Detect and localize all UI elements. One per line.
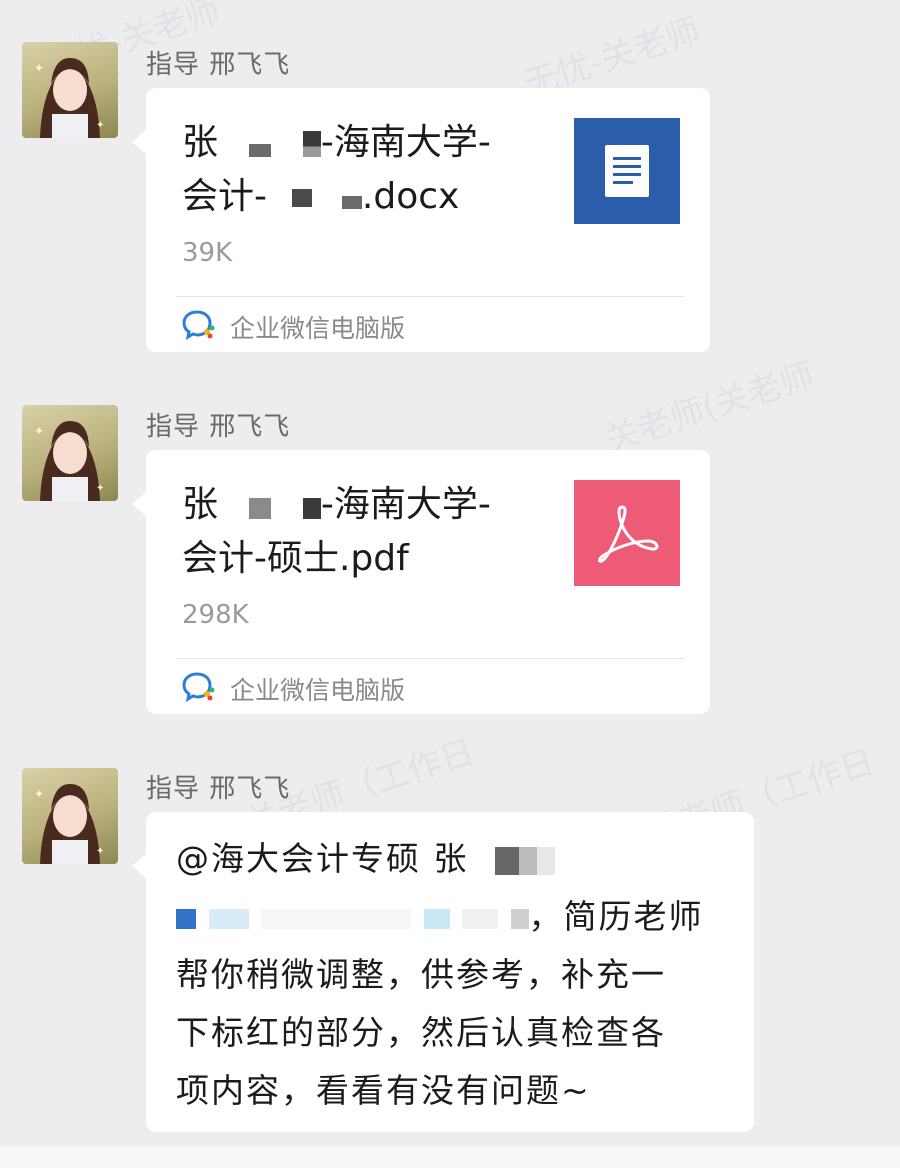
svg-text:✦: ✦	[34, 424, 44, 438]
svg-text:✦: ✦	[34, 787, 44, 801]
redaction	[249, 131, 272, 157]
redaction	[261, 908, 411, 929]
file-name-part: 张	[182, 122, 219, 163]
redaction	[292, 189, 313, 207]
redaction	[423, 908, 450, 929]
file-name-part: 会计-硕士.pdf	[182, 538, 409, 579]
pdf-icon	[574, 480, 680, 586]
input-area-edge	[0, 1146, 900, 1168]
redaction	[302, 493, 321, 519]
message-text-part: 项内容，看看有没有问题~	[176, 1071, 591, 1110]
file-name-part: 张	[182, 484, 219, 525]
sender-name: 指导 邢飞飞	[146, 412, 291, 442]
file-name-part: -海南大学-	[320, 122, 491, 163]
file-name-part: .docx	[361, 176, 460, 217]
redaction	[495, 846, 555, 875]
svg-text:✦: ✦	[34, 61, 44, 75]
message-text-part: 下标红的部分，然后认真检查各	[176, 1013, 666, 1052]
text-message-bubble[interactable]: @海大会计专硕 张 ，简历老师 帮你稍微调整，供参考，补充一 下标红的部分，然后…	[132, 812, 754, 1132]
source-tag: 企业微信电脑版	[182, 672, 405, 706]
word-doc-icon	[574, 118, 680, 224]
divider	[176, 658, 684, 659]
source-label: 企业微信电脑版	[230, 676, 406, 705]
source-tag: 企业微信电脑版	[182, 310, 405, 344]
file-name: 张 -海南大学- 会计- .docx	[182, 116, 542, 224]
message-text-part: 帮你稍微调整，供参考，补充一	[176, 955, 666, 994]
watermark: 关老师(关老师	[600, 355, 820, 461]
file-size: 298K	[182, 600, 249, 630]
avatar[interactable]: ✦ ✦	[22, 42, 118, 138]
sender-name: 指导 邢飞飞	[146, 774, 291, 804]
file-card[interactable]: 张 -海南大学- 会计- .docx 39K 企业微信电脑版	[132, 88, 710, 352]
sender-name: 指导 邢飞飞	[146, 50, 291, 80]
wecom-icon	[182, 310, 216, 344]
divider	[176, 296, 684, 297]
avatar[interactable]: ✦ ✦	[22, 405, 118, 501]
redaction	[208, 908, 249, 929]
redaction	[176, 908, 196, 929]
redaction	[249, 493, 272, 519]
source-label: 企业微信电脑版	[230, 314, 406, 343]
message-text: @海大会计专硕 张 ，简历老师 帮你稍微调整，供参考，补充一 下标红的部分，然后…	[176, 830, 724, 1120]
file-name: 张 -海南大学- 会计-硕士.pdf	[182, 478, 542, 586]
message-text-part: @海大会计专硕 张	[176, 839, 469, 878]
file-name-part: 会计-	[182, 176, 267, 217]
svg-text:✦: ✦	[96, 846, 104, 857]
wecom-icon	[182, 672, 216, 706]
svg-text:✦: ✦	[96, 120, 104, 131]
file-card[interactable]: 张 -海南大学- 会计-硕士.pdf 298K 企业微信电脑版	[132, 450, 710, 714]
redaction	[302, 131, 321, 157]
avatar[interactable]: ✦ ✦	[22, 768, 118, 864]
message-text-part: ，简历老师	[528, 897, 704, 936]
file-size: 39K	[182, 238, 233, 268]
redaction	[462, 908, 498, 929]
svg-text:✦: ✦	[96, 483, 104, 494]
redaction	[510, 908, 529, 929]
redaction	[341, 187, 362, 209]
file-name-part: -海南大学-	[320, 484, 491, 525]
